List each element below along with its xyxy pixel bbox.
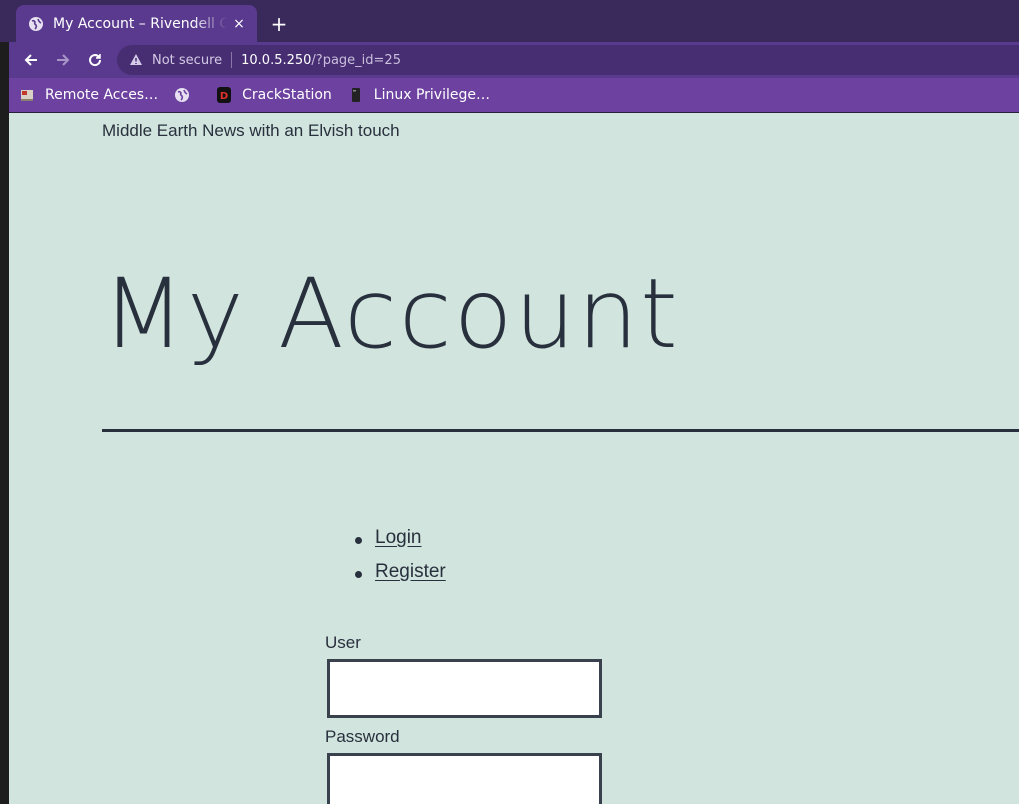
remote-desktop-icon [19,87,35,103]
back-arrow-icon [24,54,37,66]
security-indicator[interactable]: Not secure [129,53,222,68]
user-input[interactable] [327,659,602,718]
new-tab-button[interactable]: + [266,12,292,36]
globe-icon [174,87,190,103]
active-tab[interactable]: My Account – Rivendell Co × [16,5,257,42]
bookmark-remote-access[interactable]: Remote Acces… [19,87,158,103]
not-secure-label: Not secure [152,52,223,68]
password-input[interactable] [327,753,602,804]
list-item: Login [355,527,446,561]
tab-title: My Account – Rivendell Co [53,15,227,32]
account-links: Login Register [355,527,446,595]
bookmark-label: Linux Privilege… [373,87,490,103]
password-label: Password [325,727,400,746]
forward-button[interactable] [50,47,76,73]
reload-icon [89,54,102,67]
browser-toolbar: Not secure 10.0.5.250/?page_id=25 [9,42,1019,78]
bookmark-linux-privilege[interactable]: Linux Privilege… [348,87,490,103]
book-icon [348,87,364,103]
back-button[interactable] [18,47,44,73]
svg-text:D: D [220,91,228,102]
bookmark-label: Remote Acces… [45,87,159,103]
page-title: My Account [102,258,680,370]
reload-button[interactable] [82,47,108,73]
url-path: /?page_id=25 [311,52,401,68]
bookmark-label: CrackStation [242,87,332,103]
warning-icon [130,54,142,65]
list-item: Register [355,561,446,595]
tab-strip: My Account – Rivendell Co × + [0,0,1019,42]
omnibox-separator [231,52,233,68]
register-link[interactable]: Register [375,561,446,582]
globe-icon [29,16,43,31]
tab-close-icon[interactable]: × [231,16,247,32]
forward-arrow-icon [57,54,70,66]
bookmark-crackstation[interactable]: D CrackStation [216,87,332,103]
user-label: User [325,633,361,652]
site-tagline: Middle Earth News with an Elvish touch [102,121,400,140]
login-link[interactable]: Login [375,527,422,548]
url-host: 10.0.5.250 [241,52,312,68]
address-bar[interactable]: Not secure 10.0.5.250/?page_id=25 [117,45,1019,75]
window-edge [0,42,9,804]
bookmark-globe[interactable] [174,87,200,103]
page-viewport: Middle Earth News with an Elvish touch M… [9,113,1019,804]
title-divider [102,429,1019,432]
crackstation-icon: D [216,87,232,103]
bookmarks-bar: Remote Acces… D CrackStation Linux Privi… [9,78,1019,112]
